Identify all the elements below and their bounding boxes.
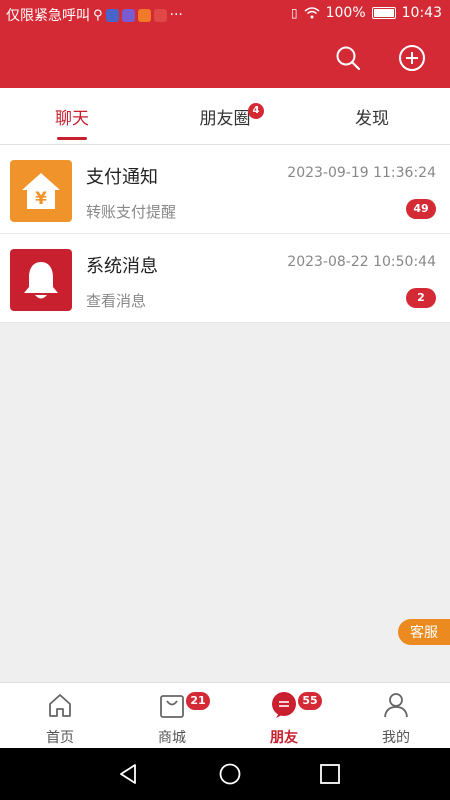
customer-service-button[interactable]: 客服	[398, 619, 450, 645]
user-icon	[384, 693, 408, 718]
chat-bubble-icon	[272, 692, 296, 718]
conversation-time: 2023-08-22 10:50:44	[287, 254, 436, 270]
conversation-preview: 查看消息	[86, 292, 147, 310]
nav-label: 朋友	[270, 730, 298, 746]
unread-badge: 49	[406, 199, 436, 219]
unread-badge: 2	[406, 288, 436, 308]
nav-friends[interactable]: 55 朋友	[228, 683, 340, 749]
status-bar-right: ▯ 100% 10:43	[291, 5, 442, 21]
add-button[interactable]	[396, 42, 428, 74]
status-bar-left: 仅限紧急呼叫 ⚲ ···	[6, 5, 183, 25]
tab-label: 聊天	[55, 108, 89, 129]
top-tabs: 聊天 朋友圈 4 发现	[0, 88, 450, 145]
wifi-icon	[304, 7, 320, 19]
search-button[interactable]	[332, 42, 364, 74]
app-notification-icon	[121, 8, 135, 22]
moments-badge: 4	[248, 103, 264, 119]
conversation-preview: 转账支付提醒	[86, 203, 177, 221]
friends-badge: 55	[298, 692, 322, 710]
app-notification-icon	[153, 8, 167, 22]
home-icon	[49, 694, 71, 717]
bottom-nav: 首页 21 商城 55 朋友 我的	[0, 682, 450, 749]
nav-shop[interactable]: 21 商城	[116, 683, 228, 749]
active-tab-indicator	[57, 137, 87, 140]
tab-label: 朋友圈	[199, 108, 251, 129]
more-notifications-icon: ···	[169, 7, 183, 23]
payment-avatar: ¥	[10, 160, 72, 222]
conversation-time: 2023-09-19 11:36:24	[287, 165, 436, 181]
tab-chat[interactable]: 聊天	[32, 88, 112, 144]
system-avatar	[10, 249, 72, 311]
battery-percent: 100%	[325, 5, 366, 21]
yuan-house-icon: ¥	[22, 173, 60, 209]
add-circle-icon	[399, 45, 425, 71]
tab-discover[interactable]: 发现	[332, 88, 412, 144]
recents-icon[interactable]	[318, 762, 342, 786]
bell-icon	[24, 262, 58, 299]
shop-badge: 21	[186, 692, 210, 710]
usb-icon: ⚲	[93, 7, 103, 23]
search-icon	[336, 46, 361, 71]
conversation-list: ¥ 支付通知 2023-09-19 11:36:24 转账支付提醒 49 系统消…	[0, 145, 450, 323]
status-bar: 仅限紧急呼叫 ⚲ ··· ▯ 100% 10:43	[0, 0, 450, 28]
nav-label: 商城	[158, 730, 186, 746]
home-circle-icon[interactable]	[218, 762, 242, 786]
app-notification-icon	[105, 8, 119, 22]
system-nav-bar	[0, 748, 450, 800]
conversation-title: 支付通知	[86, 167, 158, 188]
tab-label: 发现	[355, 108, 389, 129]
svg-text:¥: ¥	[35, 189, 47, 209]
battery-icon	[371, 7, 396, 19]
clock: 10:43	[401, 5, 442, 21]
carrier-text: 仅限紧急呼叫	[6, 8, 90, 24]
vibrate-icon: ▯	[291, 6, 298, 20]
shopping-bag-icon	[160, 695, 184, 718]
conversation-title: 系统消息	[86, 256, 158, 277]
back-icon[interactable]	[116, 762, 140, 786]
list-item[interactable]: 系统消息 2023-08-22 10:50:44 查看消息 2	[0, 234, 450, 323]
nav-label: 我的	[382, 730, 410, 746]
customer-service-label: 客服	[410, 625, 438, 641]
nav-label: 首页	[46, 730, 74, 746]
video-notification-icon	[137, 8, 151, 22]
nav-home[interactable]: 首页	[4, 683, 116, 749]
list-item[interactable]: ¥ 支付通知 2023-09-19 11:36:24 转账支付提醒 49	[0, 145, 450, 234]
nav-mine[interactable]: 我的	[340, 683, 450, 749]
app-header	[0, 28, 450, 88]
